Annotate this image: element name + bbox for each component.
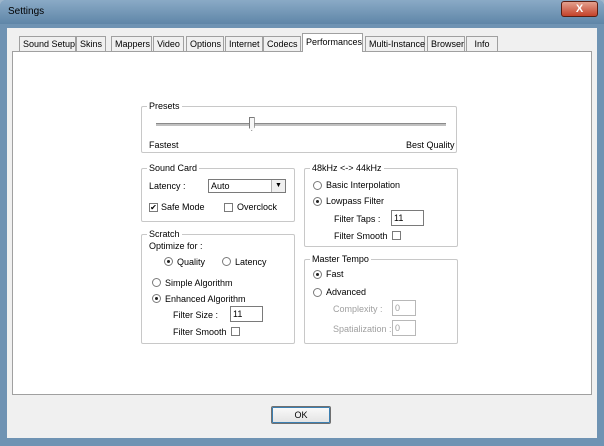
tab-video[interactable]: Video [153,36,184,51]
latency-label: Latency : [149,181,186,191]
overclock-checkbox[interactable] [224,203,233,212]
tab-sound-setup[interactable]: Sound Setup [19,36,76,51]
resample-filter-smooth-label: Filter Smooth [334,231,388,241]
lowpass-filter-label: Lowpass Filter [326,196,385,206]
filter-taps-label: Filter Taps : [334,214,381,224]
presets-fastest-label: Fastest [149,140,179,150]
lowpass-filter-radio[interactable] [313,197,322,206]
scratch-latency-label: Latency [235,257,267,267]
safe-mode-checkbox[interactable]: ✔ [149,203,158,212]
tab-multi-instance[interactable]: Multi-Instance [365,36,425,51]
master-tempo-title: Master Tempo [310,254,371,265]
overclock-label: Overclock [237,202,278,212]
tab-mappers[interactable]: Mappers [111,36,152,51]
latency-select-value: Auto [211,181,230,191]
complexity-label: Complexity : [333,304,383,314]
tab-browser[interactable]: Browser [427,36,465,51]
complexity-input[interactable]: 0 [392,300,416,316]
window-title: Settings [8,6,45,17]
safe-mode-label: Safe Mode [161,202,205,212]
title-bar[interactable]: Settings X [0,0,604,24]
fast-label: Fast [326,269,344,279]
tab-skins[interactable]: Skins [76,36,106,51]
tab-panel [12,51,592,395]
presets-title: Presets [147,101,182,112]
spatialization-input[interactable]: 0 [392,320,416,336]
spatialization-label: Spatialization : [333,324,392,334]
latency-select[interactable]: Auto ▼ [208,179,286,193]
close-icon: X [575,3,584,15]
scratch-filter-smooth-label: Filter Smooth [173,327,227,337]
scratch-title: Scratch [147,229,182,240]
enhanced-algorithm-radio[interactable] [152,294,161,303]
chevron-down-icon[interactable]: ▼ [271,180,285,192]
tab-internet[interactable]: Internet [225,36,263,51]
scratch-filter-smooth-checkbox[interactable] [231,327,240,336]
fast-radio[interactable] [313,270,322,279]
filter-size-input[interactable]: 11 [230,306,263,322]
filter-size-label: Filter Size : [173,310,219,320]
presets-slider-track[interactable] [156,123,446,126]
advanced-radio[interactable] [313,288,322,297]
presets-best-quality-label: Best Quality [406,140,455,150]
optimize-for-label: Optimize for : [149,241,203,251]
quality-radio[interactable] [164,257,173,266]
close-button[interactable]: X [561,1,598,17]
filter-taps-input[interactable]: 11 [391,210,424,226]
simple-algorithm-radio[interactable] [152,278,161,287]
simple-algorithm-label: Simple Algorithm [165,278,233,288]
tab-codecs[interactable]: Codecs [263,36,301,51]
enhanced-algorithm-label: Enhanced Algorithm [165,294,246,304]
tab-info[interactable]: Info [466,36,498,51]
basic-interpolation-radio[interactable] [313,181,322,190]
tab-performances[interactable]: Performances [302,33,363,52]
ok-button[interactable]: OK [271,406,331,424]
advanced-label: Advanced [326,287,367,297]
sound-card-title: Sound Card [147,163,200,174]
basic-interpolation-label: Basic Interpolation [326,180,401,190]
resample-title: 48kHz <-> 44kHz [310,163,384,174]
quality-label: Quality [177,257,206,267]
latency-radio[interactable] [222,257,231,266]
resample-filter-smooth-checkbox[interactable] [392,231,401,240]
tab-options[interactable]: Options [186,36,224,51]
sound-card-group [141,168,295,222]
